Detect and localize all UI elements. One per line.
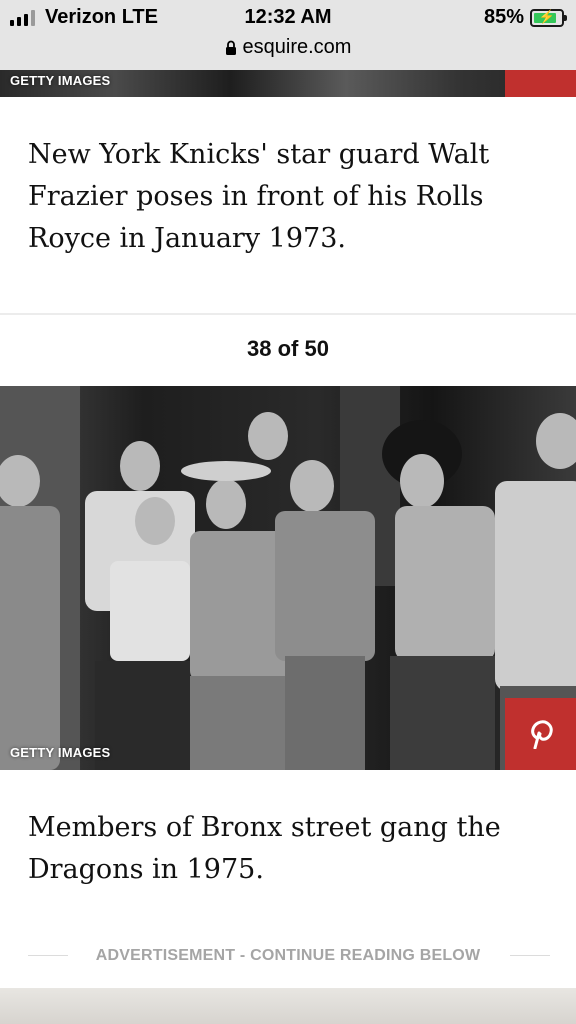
status-bar: Verizon LTE 12:32 AM 85% ⚡ esquire.com: [0, 0, 576, 70]
address-bar[interactable]: esquire.com: [0, 36, 576, 59]
url-text: esquire.com: [242, 36, 352, 58]
previous-pinterest-button[interactable]: [505, 70, 576, 97]
pinterest-button[interactable]: [505, 698, 576, 770]
image-credit: GETTY IMAGES: [10, 745, 111, 760]
previous-slide-caption: New York Knicks' star guard Walt Frazier…: [28, 139, 490, 254]
slide-divider: [0, 313, 576, 315]
slide-image[interactable]: [0, 386, 576, 770]
ad-label: ADVERTISEMENT - CONTINUE READING BELOW: [95, 947, 481, 964]
slide-counter: 38 of 50: [247, 336, 329, 361]
battery-charging-icon: ⚡: [530, 8, 567, 27]
gang-photo-illustration: [0, 386, 576, 770]
slide-caption: Members of Bronx street gang the Dragons…: [28, 812, 501, 885]
battery-percent: 85%: [483, 6, 524, 28]
advertisement-image[interactable]: [0, 988, 576, 1024]
ad-separator-right: [510, 955, 550, 956]
pinterest-icon: [530, 720, 553, 749]
previous-image-credit: GETTY IMAGES: [10, 73, 111, 88]
battery-status: 85% ⚡: [483, 6, 567, 29]
lock-icon: [225, 40, 236, 55]
